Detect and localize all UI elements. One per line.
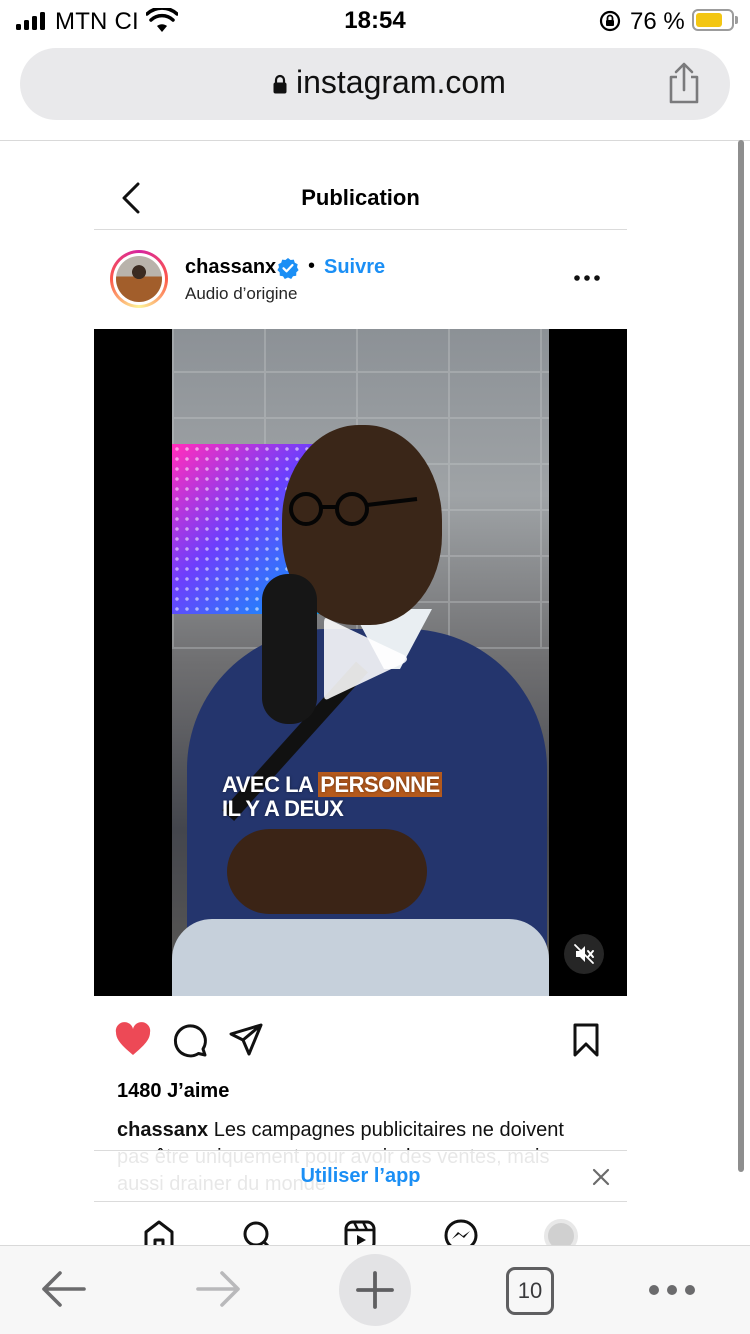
address-bar[interactable]: instagram.com (20, 48, 730, 120)
post-actions (94, 1018, 627, 1064)
rotation-lock-icon (599, 10, 621, 32)
send-icon[interactable] (228, 1022, 264, 1058)
muted-speaker-icon (574, 944, 594, 964)
likes-count[interactable]: 1480 J’aime (117, 1080, 229, 1103)
more-horizontal-icon[interactable] (574, 274, 600, 282)
status-bar: MTN CI 18:54 76 % (0, 0, 750, 42)
url-text[interactable]: instagram.com (296, 64, 506, 101)
tabs-count: 10 (517, 1278, 543, 1303)
author-username[interactable]: chassanx (185, 256, 276, 279)
comment-icon[interactable] (172, 1022, 208, 1058)
plus-icon (356, 1271, 394, 1309)
avatar-photo (116, 256, 162, 302)
audio-label[interactable]: Audio d’origine (185, 284, 297, 304)
open-in-app-banner: Utiliser l’app (94, 1150, 627, 1202)
verified-badge-icon (277, 258, 299, 279)
new-tab-button[interactable] (339, 1254, 411, 1326)
post-video[interactable]: AVEC LA PERSONNE IL Y A DEUX (94, 329, 627, 996)
mute-button[interactable] (564, 934, 604, 974)
search-icon[interactable] (241, 1219, 275, 1245)
padlock-icon (273, 74, 287, 94)
wifi-icon (146, 8, 178, 32)
reels-icon[interactable] (343, 1219, 377, 1245)
more-icon[interactable] (648, 1284, 696, 1296)
instagram-bottom-nav (94, 1205, 627, 1245)
play-icon[interactable] (320, 613, 410, 705)
carrier-name: MTN CI (55, 8, 139, 35)
close-icon[interactable] (592, 1168, 610, 1186)
page-title: Publication (301, 185, 420, 210)
home-icon[interactable] (142, 1219, 176, 1245)
video-subtitle: AVEC LA PERSONNE IL Y A DEUX (222, 772, 442, 821)
tabs-icon[interactable]: 10 (506, 1267, 554, 1315)
forward-arrow-icon[interactable] (196, 1270, 242, 1308)
separator-dot: • (308, 255, 316, 277)
open-in-app-button[interactable]: Utiliser l’app (94, 1165, 627, 1188)
profile-avatar-icon[interactable] (544, 1219, 578, 1245)
heart-filled-icon[interactable] (115, 1022, 151, 1058)
bookmark-icon[interactable] (568, 1022, 604, 1058)
avatar[interactable] (110, 250, 168, 308)
chrome-divider (0, 140, 750, 141)
back-arrow-icon[interactable] (40, 1270, 86, 1308)
follow-button[interactable]: Suivre (324, 256, 385, 279)
share-icon[interactable] (666, 62, 702, 106)
browser-toolbar: 10 (0, 1245, 750, 1334)
messenger-icon[interactable] (444, 1219, 478, 1245)
post-author-row: chassanx • Suivre Audio d’origine (94, 230, 627, 326)
post-header: Publication (94, 160, 627, 230)
caption-username[interactable]: chassanx (117, 1119, 208, 1141)
scrollbar[interactable] (738, 140, 744, 1172)
battery-level (696, 13, 722, 27)
cellular-signal-icon (16, 12, 45, 30)
battery-icon (692, 9, 738, 31)
battery-percent: 76 % (630, 8, 685, 35)
